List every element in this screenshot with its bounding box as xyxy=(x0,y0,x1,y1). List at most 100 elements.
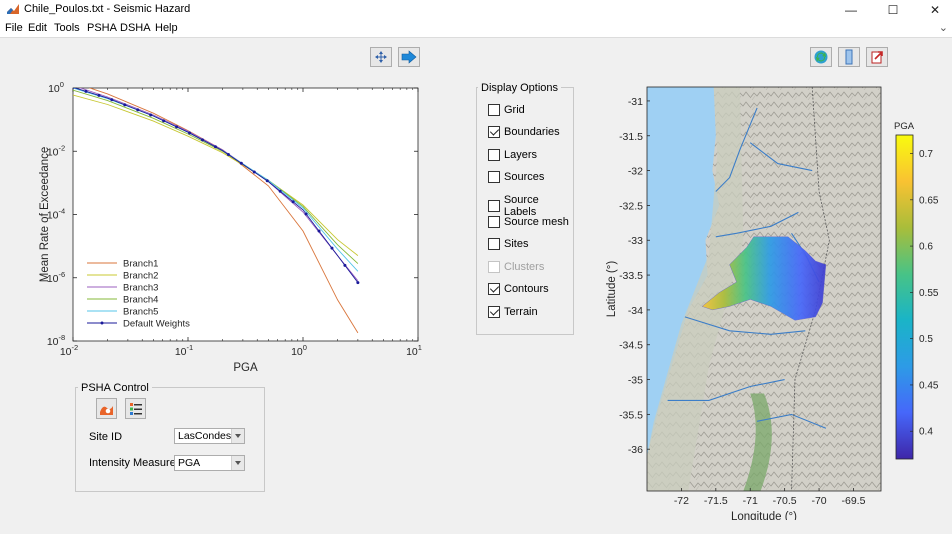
psha-control-panel: PSHA Control Site ID LasCondes Intensity… xyxy=(75,382,265,492)
matlab-app-icon xyxy=(6,2,20,16)
option-layers[interactable]: Layers xyxy=(488,148,537,161)
colorbar-toggle-button[interactable] xyxy=(838,47,860,67)
menu-dsha[interactable]: DSHA xyxy=(120,22,151,34)
colorbar-tick-label: 0.55 xyxy=(919,288,939,299)
option-label: Sites xyxy=(504,238,529,251)
option-terrain[interactable]: Terrain xyxy=(488,305,538,318)
psha-control-title: PSHA Control xyxy=(78,382,152,394)
y-tick-label: -32.5 xyxy=(619,200,643,212)
close-button[interactable]: ✕ xyxy=(918,0,952,19)
series-marker xyxy=(149,113,153,117)
x-axis-label: PGA xyxy=(233,362,258,374)
legend-label: Branch4 xyxy=(123,295,158,306)
y-axis-label: Mean Rate of Exceedance xyxy=(39,147,51,283)
pan-button[interactable] xyxy=(370,47,392,67)
x-tick-label: 101 xyxy=(406,343,422,358)
series-marker xyxy=(162,119,166,123)
red-export-icon xyxy=(871,51,883,64)
series-marker xyxy=(136,108,140,112)
site-id-label: Site ID xyxy=(89,431,123,443)
site-id-value: LasCondes xyxy=(178,430,232,442)
y-axis-label: Latitude (°) xyxy=(606,261,618,318)
option-source-labels[interactable]: Source Labels xyxy=(488,194,573,218)
intensity-measure-label: Intensity Measure xyxy=(89,457,176,469)
checkbox[interactable] xyxy=(488,238,500,251)
x-tick-label: 10-2 xyxy=(60,343,78,358)
checkbox[interactable] xyxy=(488,104,500,116)
blue-right-arrow-icon xyxy=(401,50,417,64)
x-tick-label: -71.5 xyxy=(704,495,728,507)
option-sources[interactable]: Sources xyxy=(488,171,544,184)
option-label: Boundaries xyxy=(504,126,560,139)
series-marker xyxy=(123,103,127,107)
y-tick-label: -32 xyxy=(628,166,643,178)
y-tick-exponent: -8 xyxy=(59,333,66,342)
series-marker xyxy=(239,161,243,165)
series-marker xyxy=(226,152,230,156)
series-marker xyxy=(356,281,360,285)
option-boundaries[interactable]: Boundaries xyxy=(488,126,560,139)
checkbox[interactable] xyxy=(488,216,500,228)
x-tick-exponent: -1 xyxy=(187,343,194,352)
export-button[interactable] xyxy=(866,47,888,67)
y-tick-label: -35.5 xyxy=(619,409,643,421)
legend-label: Branch1 xyxy=(123,259,158,270)
display-options-title: Display Options xyxy=(478,82,562,94)
hazard-curve-plot: 10-2 10-1 100 10110010-210-410-610-8PGAMean… xyxy=(39,80,422,374)
map-layers xyxy=(647,87,881,491)
menu-file[interactable]: File xyxy=(5,22,23,34)
x-tick-label: 10-1 xyxy=(175,343,193,358)
checkbox[interactable] xyxy=(488,199,500,212)
series-marker xyxy=(291,200,295,204)
x-tick-exponent: 1 xyxy=(418,343,422,352)
series-marker xyxy=(110,98,114,102)
option-sites[interactable]: Sites xyxy=(488,238,529,251)
series-marker xyxy=(97,93,101,97)
title-bar: Chile_Poulos.txt - Seismic Hazard — ☐ ✕ xyxy=(0,0,952,19)
checkbox[interactable] xyxy=(488,126,500,139)
option-clusters: Clusters xyxy=(488,260,544,273)
menu-psha[interactable]: PSHA xyxy=(87,22,117,34)
intensity-measure-select[interactable]: PGA xyxy=(174,455,245,471)
run-psha-button[interactable] xyxy=(96,398,117,419)
legend-label: Branch5 xyxy=(123,307,158,318)
y-tick-exponent: 0 xyxy=(60,80,64,89)
display-options-panel: Display Options Grid Boundaries Layers Sour… xyxy=(476,82,574,335)
four-arrow-pan-icon xyxy=(375,51,387,63)
option-label: Source Labels xyxy=(503,193,539,218)
checkbox[interactable] xyxy=(488,171,500,184)
forward-button[interactable] xyxy=(398,47,420,67)
checkbox[interactable] xyxy=(488,305,500,318)
site-id-select[interactable]: LasCondes xyxy=(174,428,245,444)
checkbox[interactable] xyxy=(488,283,500,296)
series-marker xyxy=(304,212,308,216)
y-tick-label: -33 xyxy=(628,235,643,247)
checkbox[interactable] xyxy=(488,148,500,161)
x-tick-label: -70 xyxy=(811,495,826,507)
option-grid[interactable]: Grid xyxy=(488,104,525,116)
menu-tools[interactable]: Tools xyxy=(54,22,80,34)
menu-edit[interactable]: Edit xyxy=(28,22,47,34)
list-icon xyxy=(129,402,142,415)
option-label: Terrain xyxy=(504,305,538,318)
minimize-button[interactable]: — xyxy=(834,0,868,19)
list-button[interactable] xyxy=(125,398,146,419)
x-axis-label: Longitude (°) xyxy=(731,511,797,520)
option-label: Source mesh xyxy=(504,216,569,228)
option-source-mesh[interactable]: Source mesh xyxy=(488,216,569,228)
hazard-map: -72 -71.5 -71 -70.5 -70 -69.5 -31 -31.5 -32 -32.5… xyxy=(606,86,939,520)
refresh-button[interactable] xyxy=(810,47,832,67)
x-tick-label: -69.5 xyxy=(842,495,866,507)
colorbar-tick-label: 0.65 xyxy=(919,195,939,206)
x-tick-label: 100 xyxy=(291,343,307,358)
menu-collapse-icon[interactable]: ⌄ xyxy=(939,21,948,34)
window-title: Chile_Poulos.txt - Seismic Hazard xyxy=(24,3,191,15)
option-contours[interactable]: Contours xyxy=(488,283,549,296)
colorbar-tick-label: 0.45 xyxy=(919,380,939,391)
maximize-button[interactable]: ☐ xyxy=(876,0,910,19)
menu-help[interactable]: Help xyxy=(155,22,178,34)
y-tick-exponent: -4 xyxy=(59,207,66,216)
chevron-down-icon xyxy=(231,429,244,443)
y-tick-label: -34 xyxy=(628,305,643,317)
series-marker xyxy=(200,138,204,142)
